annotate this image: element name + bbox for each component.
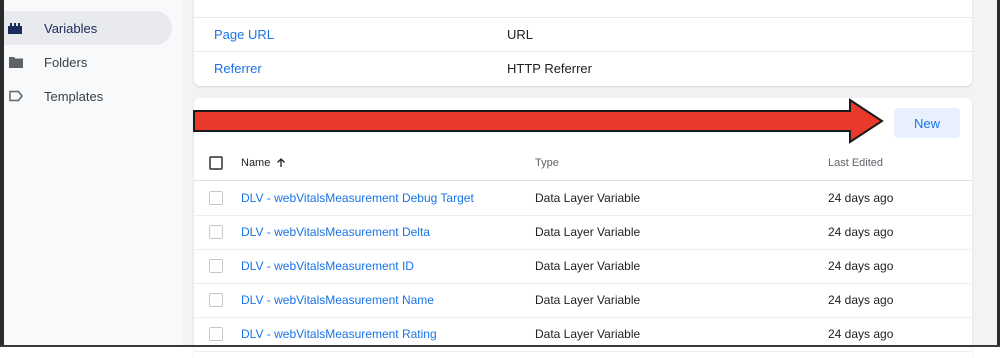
table-row[interactable]: Referrer HTTP Referrer (194, 51, 972, 85)
sidebar-item-label: Folders (44, 54, 88, 70)
last-edited: 24 days ago (828, 293, 894, 307)
table-header: Name Type Last Edited (194, 148, 972, 181)
table-row[interactable]: DLV - webVitalsMeasurement Name Data Lay… (194, 283, 972, 318)
row-checkbox[interactable] (209, 225, 223, 239)
blocks-icon (8, 20, 24, 36)
row-checkbox[interactable] (209, 327, 223, 341)
variable-type: Data Layer Variable (535, 327, 641, 341)
variable-name-link[interactable]: DLV - webVitalsMeasurement Name (241, 293, 434, 307)
row-checkbox[interactable] (209, 259, 223, 273)
row-checkbox[interactable] (209, 191, 223, 205)
last-edited: 24 days ago (828, 259, 894, 273)
table-row[interactable]: DLV - webVitalsMeasurement Delta Data La… (194, 215, 972, 250)
variable-type: HTTP Referrer (507, 60, 592, 76)
variable-name-link[interactable]: Referrer (214, 61, 262, 76)
sidebar-item-label: Variables (44, 20, 98, 36)
variable-name-link[interactable]: DLV - webVitalsMeasurement Delta (241, 225, 430, 239)
sidebar: Variables Folders Templates (4, 0, 182, 345)
row-checkbox[interactable] (209, 293, 223, 307)
sidebar-item-folders[interactable]: Folders (4, 45, 172, 79)
last-edited: 24 days ago (828, 191, 894, 205)
label-tag-icon (8, 88, 24, 104)
arrow-up-icon (276, 158, 286, 168)
column-header-name-label: Name (241, 157, 271, 169)
last-edited: 24 days ago (828, 225, 894, 239)
sidebar-item-label: Templates (44, 88, 104, 104)
sidebar-item-variables[interactable]: Variables (4, 11, 172, 45)
main-content: Page URL URL Referrer HTTP Referrer New … (182, 0, 997, 358)
variable-type: Data Layer Variable (535, 225, 641, 239)
variable-name-link[interactable]: Page URL (214, 27, 274, 42)
column-header-type[interactable]: Type (535, 157, 559, 169)
variable-name-link[interactable]: DLV - webVitalsMeasurement ID (241, 259, 414, 273)
folder-icon (8, 54, 24, 70)
frame-edge (0, 0, 4, 347)
variable-type: URL (507, 26, 534, 42)
column-header-name[interactable]: Name (241, 157, 286, 169)
table-row[interactable]: DLV - webVitalsMeasurement Debug Target … (194, 181, 972, 216)
variable-type: Data Layer Variable (535, 191, 641, 205)
sidebar-item-templates[interactable]: Templates (4, 79, 172, 113)
table-row[interactable]: DLV - webVitalsMeasurement ID Data Layer… (194, 249, 972, 284)
user-variables-card: New Name Type Last Edited DLV - webVital… (194, 98, 972, 358)
column-header-last-edited[interactable]: Last Edited (828, 157, 883, 169)
variable-type: Data Layer Variable (535, 293, 641, 307)
app-frame: Variables Folders Templates Page URL URL (0, 0, 1000, 358)
variable-type: Data Layer Variable (535, 259, 641, 273)
new-button[interactable]: New (894, 108, 960, 138)
select-all-checkbox[interactable] (209, 156, 223, 170)
table-row[interactable]: Page URL URL (194, 17, 972, 51)
variable-name-link[interactable]: DLV - webVitalsMeasurement Debug Target (241, 191, 474, 205)
builtin-variables-card: Page URL URL Referrer HTTP Referrer (194, 0, 972, 86)
variable-name-link[interactable]: DLV - webVitalsMeasurement Rating (241, 327, 437, 341)
last-edited: 24 days ago (828, 327, 894, 341)
